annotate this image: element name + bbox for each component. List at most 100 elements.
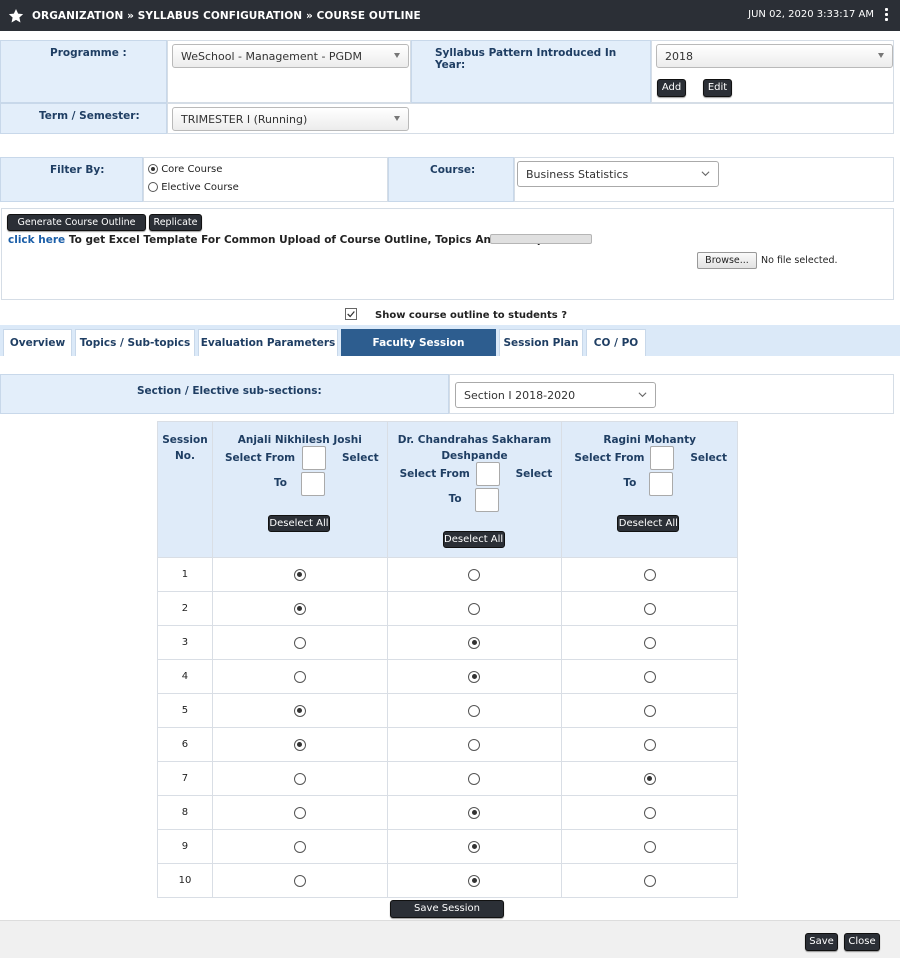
star-icon[interactable] — [8, 8, 24, 24]
add-button[interactable]: Add — [657, 79, 686, 97]
programme-label: Programme : — [50, 47, 127, 59]
pattern-label: Syllabus Pattern Introduced In Year: — [435, 47, 617, 71]
term-select-value: TRIMESTER I (Running) — [181, 113, 308, 126]
allocation-cell — [211, 693, 388, 728]
show-outline-label: Show course outline to students ? — [375, 310, 568, 321]
allocation-cell — [211, 829, 388, 864]
tab-bar: Overview Topics / Sub-topics Evaluation … — [0, 325, 900, 376]
more-options-icon[interactable] — [885, 8, 889, 22]
allocation-radio[interactable] — [468, 738, 481, 751]
table-row: 7 — [157, 761, 738, 796]
allocation-radio[interactable] — [293, 636, 306, 649]
generate-pdf-button[interactable]: Generate Course Outline PDF — [7, 214, 146, 243]
allocation-radio[interactable] — [643, 874, 656, 887]
course-select-value: Business Statistics — [526, 168, 629, 181]
term-select[interactable]: TRIMESTER I (Running) — [172, 107, 409, 131]
allocation-radio[interactable] — [643, 602, 656, 615]
allocation-radio[interactable] — [643, 806, 656, 819]
pattern-year-value: 2018 — [665, 50, 693, 63]
session-no-header: Session No. — [157, 421, 213, 558]
allocation-radio[interactable] — [468, 568, 481, 581]
allocation-cell — [386, 795, 563, 830]
allocation-cell — [211, 557, 388, 592]
allocation-radio[interactable] — [643, 840, 656, 853]
allocation-radio[interactable] — [643, 636, 656, 649]
browse-button[interactable]: Browse... — [697, 252, 757, 269]
allocation-radio[interactable] — [643, 670, 656, 683]
allocation-radio[interactable] — [643, 704, 656, 717]
allocation-radio[interactable] — [293, 602, 306, 615]
select-from-input[interactable] — [475, 462, 500, 486]
save-session-allocation-button[interactable]: Save Session Allocation — [390, 900, 504, 930]
term-label-cell: Term / Semester: — [0, 103, 167, 134]
tab-faculty-session-allocation[interactable]: Faculty Session Allocation — [341, 329, 496, 376]
save-button[interactable]: Save — [805, 933, 838, 951]
section-label-cell: Section / Elective sub-sections: — [0, 374, 449, 414]
click-here-link[interactable]: click here — [8, 234, 65, 246]
allocation-radio[interactable] — [293, 772, 306, 785]
elective-course-option[interactable]: Elective Course — [148, 182, 239, 193]
tab-session-plan[interactable]: Session Plan — [499, 329, 583, 356]
allocation-radio[interactable] — [293, 704, 306, 717]
allocation-cell — [386, 727, 563, 762]
tab-overview[interactable]: Overview — [3, 329, 72, 356]
allocation-cell — [386, 557, 563, 592]
show-outline-checkbox[interactable] — [345, 308, 357, 320]
allocation-radio[interactable] — [293, 568, 306, 581]
to-input[interactable] — [649, 472, 674, 496]
tab-co-po[interactable]: CO / PO — [586, 329, 646, 356]
deselect-all-button[interactable]: Deselect All — [442, 531, 505, 548]
allocation-radio[interactable] — [643, 568, 656, 581]
allocation-cell — [386, 863, 563, 898]
allocation-radio[interactable] — [468, 670, 481, 683]
to-input[interactable] — [474, 488, 499, 512]
select-from-input[interactable] — [650, 446, 675, 470]
tab-topics[interactable]: Topics / Sub-topics — [75, 329, 195, 356]
dropdown-arrow-icon — [394, 53, 400, 58]
table-row: 10 — [157, 863, 738, 898]
to-label: To — [623, 477, 637, 489]
allocation-radio[interactable] — [293, 806, 306, 819]
allocation-radio[interactable] — [293, 670, 306, 683]
allocation-radio[interactable] — [293, 874, 306, 887]
allocation-radio[interactable] — [468, 806, 481, 819]
allocation-cell — [211, 727, 388, 762]
allocation-cell — [386, 693, 563, 728]
filter-options-cell: Core Course Elective Course — [143, 157, 388, 202]
tab-evaluation-parameters[interactable]: Evaluation Parameters — [198, 329, 338, 356]
core-course-option[interactable]: Core Course — [148, 164, 222, 175]
allocation-radio[interactable] — [468, 636, 481, 649]
session-number: 7 — [157, 761, 213, 796]
elective-course-radio[interactable] — [148, 182, 158, 192]
core-course-radio[interactable] — [148, 164, 158, 174]
allocation-radio[interactable] — [468, 704, 481, 717]
progress-bar — [490, 234, 592, 244]
allocation-cell — [386, 591, 563, 626]
allocation-radio[interactable] — [293, 840, 306, 853]
deselect-all-button[interactable]: Deselect All — [267, 515, 330, 532]
chevron-down-icon — [701, 171, 710, 177]
table-row: 5 — [157, 693, 738, 728]
allocation-radio[interactable] — [293, 738, 306, 751]
course-select[interactable]: Business Statistics — [517, 161, 719, 187]
faculty-name: Dr. Chandrahas Sakharam — [397, 434, 552, 446]
allocation-radio[interactable] — [643, 738, 656, 751]
pattern-year-select[interactable]: 2018 — [656, 44, 893, 68]
close-button[interactable]: Close — [844, 933, 880, 951]
section-select[interactable]: Section I 2018-2020 — [455, 382, 656, 408]
allocation-radio[interactable] — [468, 874, 481, 887]
allocation-cell — [561, 795, 738, 830]
breadcrumb: ORGANIZATION » SYLLABUS CONFIGURATION » … — [32, 9, 421, 22]
allocation-radio[interactable] — [643, 772, 656, 785]
allocation-cell — [561, 557, 738, 592]
allocation-radio[interactable] — [468, 602, 481, 615]
section-select-value: Section I 2018-2020 — [464, 389, 576, 402]
allocation-radio[interactable] — [468, 772, 481, 785]
edit-button[interactable]: Edit — [703, 79, 732, 97]
replicate-button[interactable]: Replicate — [149, 214, 202, 231]
to-input[interactable] — [300, 472, 325, 496]
allocation-radio[interactable] — [468, 840, 481, 853]
programme-select[interactable]: WeSchool - Management - PGDM — [172, 44, 409, 68]
select-from-input[interactable] — [301, 446, 326, 470]
deselect-all-button[interactable]: Deselect All — [617, 515, 680, 532]
